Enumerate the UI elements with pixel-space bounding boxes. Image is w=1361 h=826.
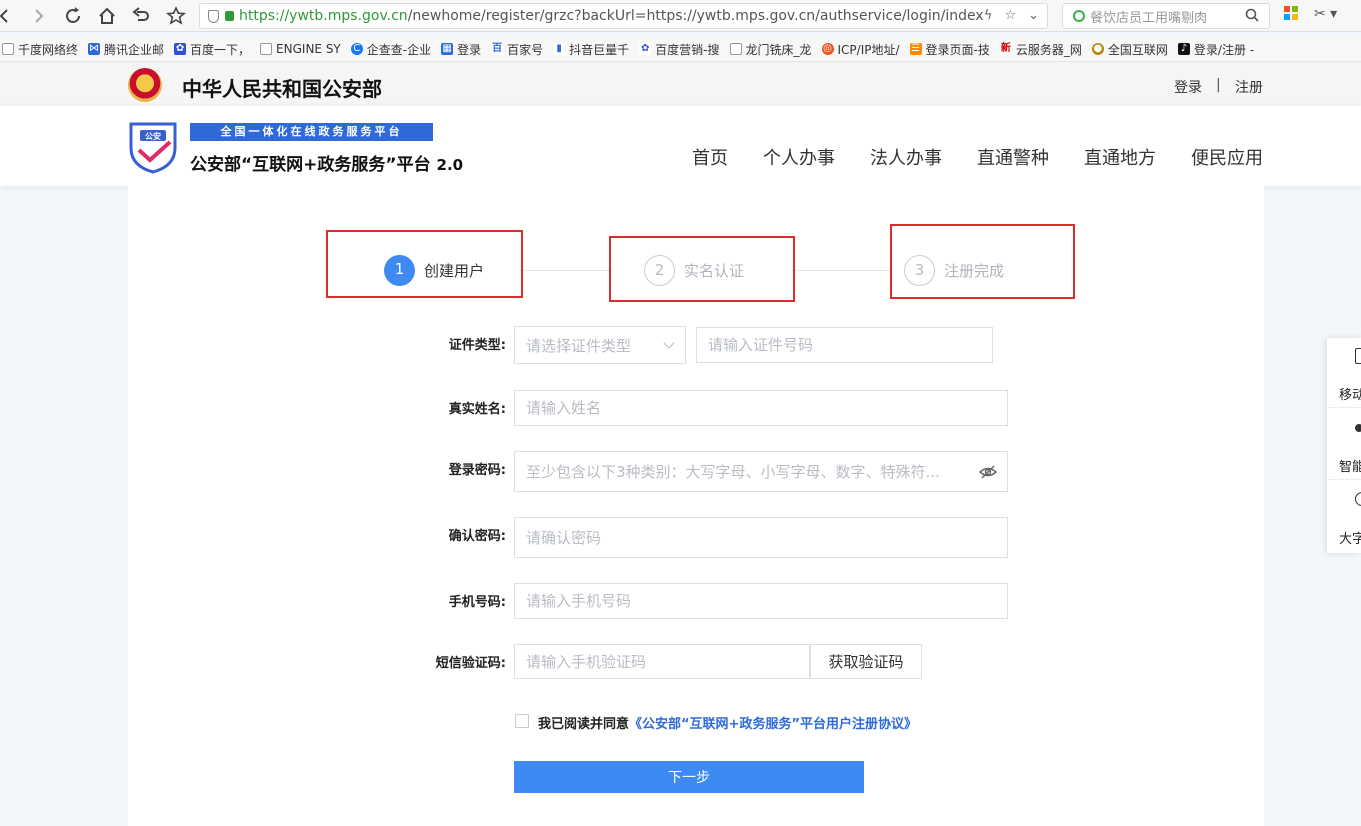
floating-side-panel: 移动 智能 大字 (1327, 338, 1361, 553)
sms-code-input[interactable] (514, 644, 810, 679)
id-type-placeholder: 请选择证件类型 (526, 336, 632, 355)
undo-icon[interactable] (129, 4, 153, 28)
lightning-icon[interactable]: ϟ (984, 8, 993, 23)
step-3-number: 3 (904, 255, 935, 286)
reload-icon[interactable] (61, 4, 85, 28)
phone-input[interactable] (514, 583, 1008, 619)
svg-text:公安: 公安 (145, 131, 161, 141)
nav-legal-person[interactable]: 法人办事 (870, 144, 942, 170)
agreement-link[interactable]: 《公安部“互联网+政务服务”平台用户注册协议》 (629, 717, 917, 732)
nav-local[interactable]: 直通地方 (1084, 144, 1156, 170)
bookmark-item[interactable]: ● 全国互联网 (1090, 41, 1176, 58)
step-3-label: 注册完成 (944, 262, 1005, 280)
eye-hidden-icon[interactable] (979, 463, 997, 481)
bookmark-item[interactable]: ✿ 百度营销-搜 (637, 41, 727, 58)
brand-name-text: 公安部“互联网+政务服务”平台 (190, 155, 431, 175)
nav-police-type[interactable]: 直通警种 (977, 144, 1049, 170)
confirm-password-label: 确认密码: (448, 529, 506, 544)
name-label: 真实姓名: (448, 402, 506, 417)
bookmark-item[interactable]: 新云服务器_网 (998, 41, 1090, 58)
name-input[interactable] (514, 390, 1008, 426)
bookmark-item[interactable]: ◎ ICP/IP地址/ (820, 41, 908, 58)
large-font-icon (1355, 492, 1361, 506)
step-1-label: 创建用户 (424, 262, 485, 280)
smart-icon (1355, 424, 1361, 432)
bookmark-item[interactable]: ▦ 登录 (439, 41, 489, 58)
chevron-down-icon (663, 337, 675, 349)
search-icon[interactable] (1245, 8, 1259, 26)
login-link[interactable]: 登录 (1174, 77, 1202, 97)
chevron-down-icon[interactable]: ⌄ (1028, 8, 1039, 23)
brand-version: 2.0 (436, 156, 464, 174)
bookmark-item[interactable]: 龙门铣床_龙 (728, 41, 820, 58)
forward-icon[interactable] (27, 4, 51, 28)
bookmark-item[interactable]: C 企查查-企业 (349, 41, 439, 58)
address-bar[interactable]: https://ywtb.mps.gov.cn /newhome/registe… (199, 3, 1048, 29)
agreement-text: 我已阅读并同意《公安部“互联网+政务服务”平台用户注册协议》 (538, 713, 917, 732)
id-type-select[interactable]: 请选择证件类型 (514, 326, 686, 364)
police-shield-logo: 公安 (129, 122, 177, 174)
id-type-label: 证件类型: (448, 338, 506, 353)
bookmark-item[interactable]: ENGINE SY (258, 42, 349, 56)
back-icon[interactable] (0, 4, 16, 28)
confirm-password-input[interactable] (514, 517, 1008, 558)
next-step-button[interactable]: 下一步 (514, 761, 864, 793)
step-2-label: 实名认证 (684, 262, 745, 280)
bookmark-item[interactable]: ✿ 百度一下， (172, 41, 258, 58)
site-title: 中华人民共和国公安部 (182, 77, 382, 101)
bookmark-item[interactable]: ☰ 登录页面-技 (908, 41, 998, 58)
site-top-bar: 中华人民共和国公安部 登录 | 注册 (0, 63, 1361, 106)
id-number-input[interactable] (696, 327, 993, 363)
step-connector (793, 270, 891, 271)
bookmarks-bar: 千度网络终 ⋈ 腾讯企业邮 ✿ 百度一下， ENGINE SY C 企查查-企业 ▦ 登… (0, 37, 1361, 62)
agree-prefix: 我已阅读并同意 (538, 717, 630, 732)
phone-label: 手机号码: (448, 595, 506, 610)
star-icon[interactable] (164, 4, 188, 28)
password-label: 登录密码: (448, 463, 506, 478)
side-item-large-font[interactable]: 大字 (1327, 482, 1361, 552)
lock-icon (225, 11, 234, 21)
brand-name: 公安部“互联网+政务服务”平台 2.0 (190, 150, 463, 175)
national-emblem-icon (128, 68, 162, 102)
header-separator: | (1216, 77, 1221, 93)
bookmark-star-icon[interactable]: ☆ (1004, 8, 1016, 23)
bookmark-item[interactable]: ♪ 登录/注册 - (1176, 41, 1262, 58)
browser-search-box[interactable]: 餐饮店员工用嘴剔肉 (1062, 3, 1270, 29)
url-tools: ϟ ☆ ⌄ (983, 8, 1039, 23)
mobile-icon (1355, 348, 1361, 364)
get-sms-code-button[interactable]: 获取验证码 (810, 644, 922, 679)
brand-tagline: 全国一体化在线政务服务平台 (190, 123, 433, 141)
search-engine-icon (1073, 10, 1085, 22)
step-1-number: 1 (384, 255, 415, 286)
shield-icon (208, 9, 219, 23)
bookmark-item[interactable]: ▮ 抖音巨量千 (551, 41, 637, 58)
step-2-number: 2 (644, 255, 675, 286)
sms-code-label: 短信验证码: (435, 656, 506, 671)
url-path: /newhome/register/grzc?backUrl=https://y… (407, 8, 984, 24)
bookmark-item[interactable]: 千度网络终 (0, 41, 86, 58)
bookmark-item[interactable]: 百百家号 (489, 41, 551, 58)
step-connector (522, 270, 612, 271)
side-item-smart[interactable]: 智能 (1327, 410, 1361, 480)
agree-checkbox[interactable] (515, 714, 529, 728)
bookmark-item[interactable]: ⋈ 腾讯企业邮 (86, 41, 172, 58)
nav-convenience[interactable]: 便民应用 (1191, 144, 1263, 170)
side-item-mobile[interactable]: 移动 (1327, 338, 1361, 408)
scissors-icon[interactable]: ✂ ▾ (1314, 6, 1337, 22)
password-input[interactable] (514, 451, 1008, 492)
brand-bar: 公安 全国一体化在线政务服务平台 公安部“互联网+政务服务”平台 2.0 首页 … (0, 106, 1361, 186)
home-icon[interactable] (95, 4, 119, 28)
register-link[interactable]: 注册 (1235, 77, 1263, 97)
apps-grid-icon[interactable] (1284, 6, 1298, 24)
search-text: 餐饮店员工用嘴剔肉 (1090, 10, 1208, 26)
nav-home[interactable]: 首页 (692, 144, 728, 170)
url-host: https://ywtb.mps.gov.cn (239, 8, 408, 24)
browser-toolbar: https://ywtb.mps.gov.cn /newhome/registe… (0, 0, 1361, 32)
nav-personal[interactable]: 个人办事 (763, 144, 835, 170)
